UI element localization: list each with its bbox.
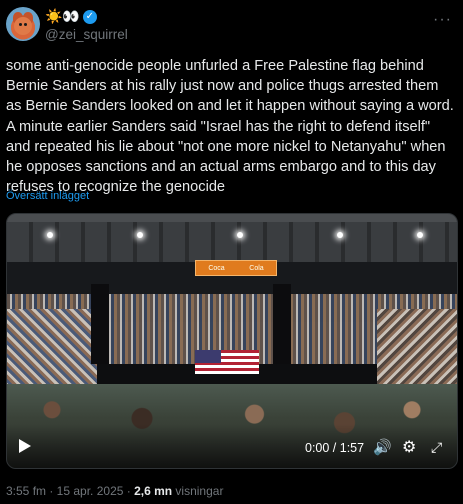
- avatar-eye: [19, 23, 22, 26]
- play-icon[interactable]: [19, 439, 31, 453]
- video-player[interactable]: Coca Cola 0:00 / 1:57 🔊 ⚙ ⤢: [6, 213, 458, 469]
- display-name[interactable]: ☀️👀: [45, 8, 80, 25]
- fullscreen-icon[interactable]: ⤢: [431, 439, 442, 456]
- avatar[interactable]: [6, 7, 40, 41]
- video-frame-light: [137, 232, 143, 238]
- translate-link[interactable]: Översätt inlägget: [6, 190, 89, 202]
- post-text: some anti-genocide people unfurled a Fre…: [6, 58, 454, 196]
- view-count: 2,6 mn: [134, 484, 173, 498]
- view-label: visningar: [172, 484, 224, 498]
- avatar-face: [14, 17, 32, 35]
- video-time: 0:00 / 1:57: [305, 441, 365, 455]
- user-handle[interactable]: @zei_squirrel: [45, 27, 128, 42]
- video-frame-speaker: [273, 284, 291, 364]
- display-name-row[interactable]: ☀️👀 ✓: [45, 8, 97, 25]
- video-frame-speaker: [91, 284, 109, 364]
- settings-icon[interactable]: ⚙: [402, 437, 416, 457]
- video-frame-light: [237, 232, 243, 238]
- post-datetime[interactable]: 3:55 fm · 15 apr. 2025 ·: [6, 484, 134, 498]
- more-icon[interactable]: ···: [433, 11, 452, 29]
- scoreboard-text: Coca: [208, 264, 225, 272]
- video-frame-light: [47, 232, 53, 238]
- verified-badge-icon: ✓: [82, 9, 97, 24]
- video-frame-light: [417, 232, 423, 238]
- avatar-eye: [24, 23, 27, 26]
- scoreboard-text: Cola: [249, 264, 264, 272]
- video-frame-truss: [7, 214, 457, 222]
- video-frame-light: [337, 232, 343, 238]
- video-frame-scoreboard: Coca Cola: [195, 260, 277, 276]
- video-frame-flag: [195, 350, 259, 374]
- post-header: ☀️👀 ✓ @zei_squirrel ···: [6, 7, 456, 43]
- volume-icon[interactable]: 🔊: [373, 438, 392, 456]
- post-meta: 3:55 fm · 15 apr. 2025 · 2,6 mn visninga…: [6, 484, 223, 498]
